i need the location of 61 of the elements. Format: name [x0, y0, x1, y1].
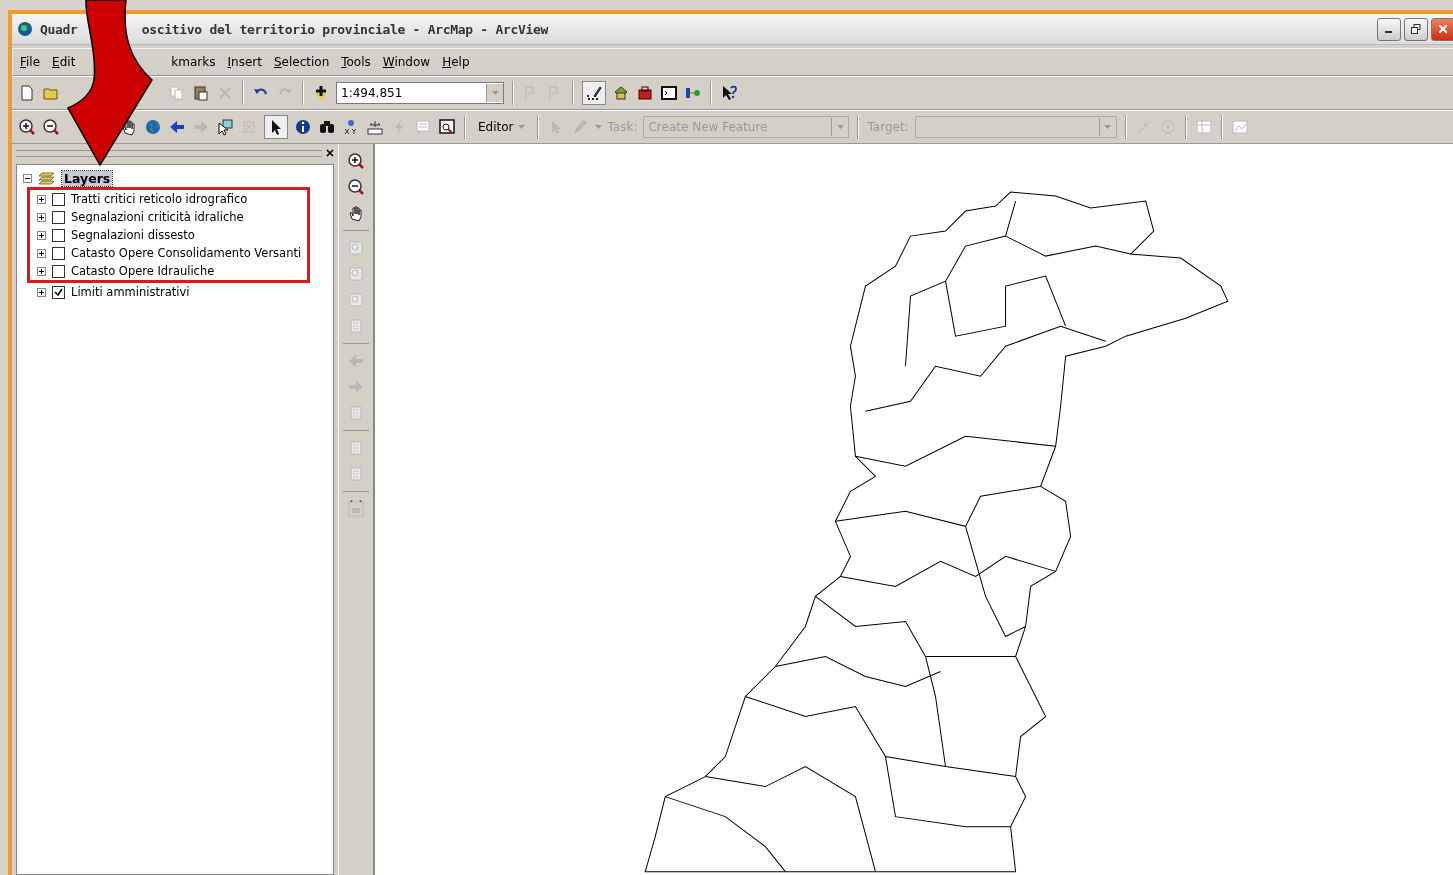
menu-item[interactable]: Edit	[51, 53, 77, 71]
layers-icon	[38, 171, 56, 185]
layer-name[interactable]: Catasto Opere Consolidamento Versanti	[71, 246, 302, 260]
dock-grip-handle[interactable]	[16, 149, 322, 157]
layer-checkbox[interactable]	[52, 228, 65, 242]
menu-item[interactable]: Selection	[272, 53, 331, 71]
layer-name[interactable]: Tratti critici reticolo idrografico	[71, 192, 248, 206]
restore-button[interactable]	[1404, 17, 1428, 41]
pan-hand-icon[interactable]	[120, 118, 138, 136]
expander-icon[interactable]	[37, 212, 46, 222]
globe-icon[interactable]	[144, 118, 162, 136]
zoom-out-icon[interactable]	[42, 118, 60, 136]
select-elements-icon[interactable]	[216, 118, 234, 136]
layer-name[interactable]: Limiti amministrativi	[71, 285, 190, 299]
window-icon[interactable]	[660, 84, 678, 102]
restore-icon[interactable]	[1411, 24, 1421, 34]
menu-item[interactable]: Insert	[226, 53, 263, 71]
menu-item[interactable]: Help	[441, 53, 471, 71]
expander-icon[interactable]	[37, 287, 46, 297]
window-title: Quadr	[40, 21, 78, 37]
add-data-icon[interactable]	[312, 84, 330, 102]
zoom-in-icon[interactable]	[347, 152, 365, 170]
binoculars-icon[interactable]	[318, 118, 336, 136]
menu-item[interactable]: File	[19, 53, 42, 71]
expander-icon[interactable]	[37, 230, 46, 240]
layer-checkbox[interactable]	[52, 246, 65, 260]
minimize-button[interactable]	[1377, 17, 1401, 41]
pan-hand-icon[interactable]	[347, 204, 365, 222]
layers-root[interactable]: Layers	[62, 170, 113, 186]
app-globe-icon	[16, 20, 34, 38]
expander-icon[interactable]	[37, 194, 46, 204]
zoom-in-icon[interactable]	[18, 118, 36, 136]
info-icon[interactable]	[294, 118, 312, 136]
close-icon[interactable]	[326, 149, 334, 157]
expander-icon[interactable]	[23, 173, 32, 183]
layer-name[interactable]: Catasto Opere Idrauliche	[71, 264, 215, 278]
scale-field[interactable]: 1:494.851	[336, 82, 504, 104]
close-button[interactable]	[1431, 17, 1453, 41]
menu-item[interactable]: kmarks	[170, 53, 217, 71]
expander-icon[interactable]	[37, 248, 46, 258]
new-document-icon[interactable]	[18, 84, 36, 102]
layer-checkbox[interactable]	[52, 285, 65, 299]
layer-name[interactable]: Segnalazioni dissesto	[71, 228, 195, 242]
menu-item[interactable]: Tools	[340, 53, 372, 71]
layer-checkbox[interactable]	[52, 192, 65, 206]
edit-sketch-icon[interactable]	[585, 84, 603, 102]
layer-checkbox[interactable]	[52, 210, 65, 224]
expander-icon[interactable]	[37, 266, 46, 276]
target-label: Target:	[867, 120, 909, 134]
magnifier-window-icon[interactable]	[438, 118, 456, 136]
paste-icon[interactable]	[192, 84, 210, 102]
layer-name[interactable]: Segnalazioni criticità idraliche	[71, 210, 244, 224]
toolbox-icon[interactable]	[636, 84, 654, 102]
menu-item[interactable]: Window	[381, 53, 432, 71]
layer-checkbox[interactable]	[52, 264, 65, 278]
task-label: Task:	[607, 120, 638, 134]
window-title: oscitivo del territorio provinciale - ArcMap - ArcView	[141, 21, 549, 37]
zoom-out-icon[interactable]	[347, 178, 365, 196]
measure-icon[interactable]	[366, 118, 384, 136]
back-arrow-icon[interactable]	[168, 118, 186, 136]
whats-this-icon[interactable]	[720, 84, 738, 102]
